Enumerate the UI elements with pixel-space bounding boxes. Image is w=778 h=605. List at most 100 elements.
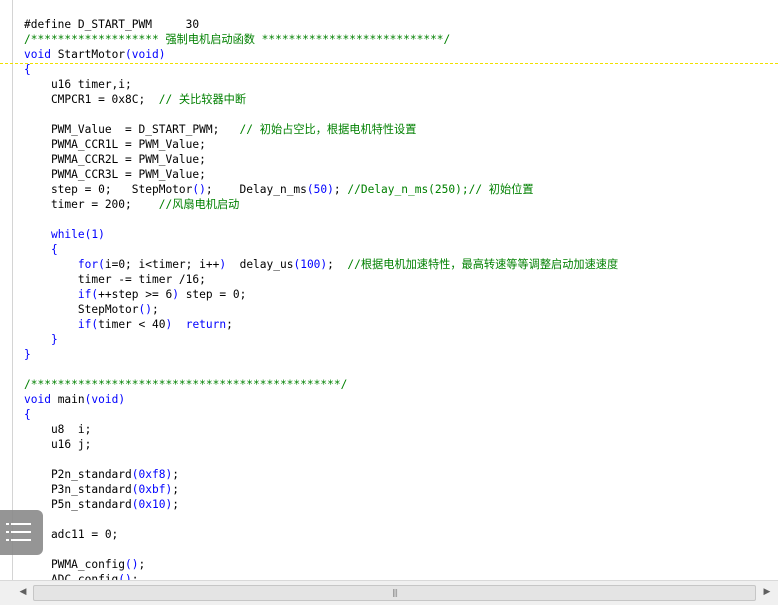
code-token: (0xf8) [131, 468, 173, 481]
code-line[interactable] [24, 212, 618, 227]
code-token: if( [77, 318, 99, 331]
code-text[interactable]: #define D_START_PWM 30 /*****************… [24, 17, 618, 580]
code-token: (0xbf) [131, 483, 173, 496]
code-line[interactable]: PWMA_CCR2L = PWM_Value; [24, 152, 618, 167]
code-line[interactable]: ADC_config(); [24, 572, 618, 580]
code-line[interactable]: PWMA_config(); [24, 557, 618, 572]
code-token: StartMotor [50, 48, 126, 61]
code-line[interactable]: P2n_standard(0xf8); [24, 467, 618, 482]
code-line[interactable]: #define D_START_PWM 30 [24, 17, 618, 32]
scrollbar-grip: ||| [391, 588, 398, 597]
code-token: u16 j; [24, 438, 92, 451]
code-line[interactable]: P3n_standard(0xbf); [24, 482, 618, 497]
code-token: step = 0; StepMotor [24, 183, 193, 196]
code-token: /***************************************… [24, 378, 348, 391]
code-line[interactable]: timer -= timer /16; [24, 272, 618, 287]
code-line[interactable]: { [24, 242, 618, 257]
code-token: (100) [293, 258, 328, 271]
code-token: u8 i; [24, 423, 92, 436]
code-line[interactable]: /***************************************… [24, 377, 618, 392]
code-line[interactable]: { [24, 62, 618, 77]
code-token: PWM_Value = D_START_PWM; [24, 123, 240, 136]
code-token: ; [152, 303, 159, 316]
horizontal-scrollbar[interactable]: ◀ ||| ▶ [0, 580, 778, 605]
code-token: () [125, 558, 139, 571]
code-token: P5n_standard [24, 498, 132, 511]
code-line[interactable] [24, 107, 618, 122]
editor-gutter [0, 0, 13, 580]
code-line[interactable]: } [24, 347, 618, 362]
code-token: ; [172, 468, 179, 481]
code-line[interactable]: adc11 = 0; [24, 527, 618, 542]
code-token: (void) [84, 393, 126, 406]
code-token: StepMotor [24, 303, 139, 316]
code-line[interactable]: step = 0; StepMotor(); Delay_n_ms(50); /… [24, 182, 618, 197]
code-token: #define D_START_PWM 30 [24, 18, 200, 31]
code-token: timer < 40 [98, 318, 166, 331]
code-line[interactable]: if(++step >= 6) step = 0; [24, 287, 618, 302]
code-line[interactable]: } [24, 332, 618, 347]
code-line[interactable]: u16 j; [24, 437, 618, 452]
code-token: delay_us [226, 258, 294, 271]
floating-menu-button[interactable] [0, 510, 43, 555]
code-line[interactable]: PWM_Value = D_START_PWM; // 初始占空比，根据电机特性… [24, 122, 618, 137]
code-line[interactable] [24, 452, 618, 467]
code-token: } [24, 333, 58, 346]
code-line[interactable]: void main(void) [24, 392, 618, 407]
code-token: return [185, 318, 227, 331]
code-token: { [24, 243, 58, 256]
code-line[interactable]: u8 i; [24, 422, 618, 437]
scrollbar-thumb[interactable]: ||| [33, 585, 756, 601]
code-token: // 初始占空比，根据电机特性设置 [239, 123, 417, 136]
code-line[interactable] [24, 542, 618, 557]
code-token: CMPCR1 = 0x8C; [24, 93, 159, 106]
code-token: (0x10) [131, 498, 173, 511]
code-token: main [50, 393, 85, 406]
code-line[interactable]: StepMotor(); [24, 302, 618, 317]
code-editor[interactable]: #define D_START_PWM 30 /*****************… [0, 0, 778, 580]
code-token: { [24, 63, 31, 76]
code-token: step = 0; [178, 288, 247, 301]
code-token: i=0; i<timer; i++ [104, 258, 220, 271]
code-token: //风扇电机启动 [158, 198, 240, 211]
code-token: { [24, 408, 31, 421]
code-line[interactable]: for(i=0; i<timer; i++) delay_us(100); //… [24, 257, 618, 272]
code-token: ; [138, 558, 146, 571]
code-line[interactable]: PWMA_CCR3L = PWM_Value; [24, 167, 618, 182]
code-token: ; [226, 318, 233, 331]
code-token: PWMA_config [24, 558, 126, 571]
code-token: if( [77, 288, 99, 301]
code-token: ; Delay_n_ms [205, 183, 307, 196]
code-token: P3n_standard [24, 483, 132, 496]
code-line[interactable]: if(timer < 40) return; [24, 317, 618, 332]
scroll-left-button[interactable]: ◀ [14, 584, 32, 600]
code-token: PWMA_CCR2L = PWM_Value; [24, 153, 206, 166]
code-token: PWMA_CCR3L = PWM_Value; [24, 168, 206, 181]
code-token: ++step >= 6 [98, 288, 173, 301]
code-token: P2n_standard [24, 468, 132, 481]
code-token: u16 timer,i; [24, 78, 132, 91]
code-token: (50) [306, 183, 334, 196]
code-token: //根据电机加速特性，最高转速等等调整启动加速速度 [347, 258, 619, 271]
code-line[interactable]: { [24, 407, 618, 422]
code-token: timer -= timer /16; [24, 273, 206, 286]
code-line[interactable]: P5n_standard(0x10); [24, 497, 618, 512]
scroll-right-button[interactable]: ▶ [758, 584, 776, 600]
code-token: } [24, 348, 31, 361]
code-line[interactable]: u16 timer,i; [24, 77, 618, 92]
code-line[interactable]: PWMA_CCR1L = PWM_Value; [24, 137, 618, 152]
code-line[interactable]: while(1) [24, 227, 618, 242]
code-line[interactable] [24, 512, 618, 527]
code-token: ; [327, 258, 348, 271]
code-line[interactable] [24, 362, 618, 377]
code-token: // 关比较器中断 [158, 93, 247, 106]
code-token: () [192, 183, 206, 196]
code-token: timer = 200; [24, 198, 159, 211]
code-line[interactable]: /******************* 强制电机启动函数 **********… [24, 32, 618, 47]
code-line[interactable]: void StartMotor(void) [24, 47, 618, 62]
code-line[interactable]: CMPCR1 = 0x8C; // 关比较器中断 [24, 92, 618, 107]
code-token: ; [172, 498, 179, 511]
code-token: for( [77, 258, 105, 271]
code-line[interactable]: timer = 200; //风扇电机启动 [24, 197, 618, 212]
